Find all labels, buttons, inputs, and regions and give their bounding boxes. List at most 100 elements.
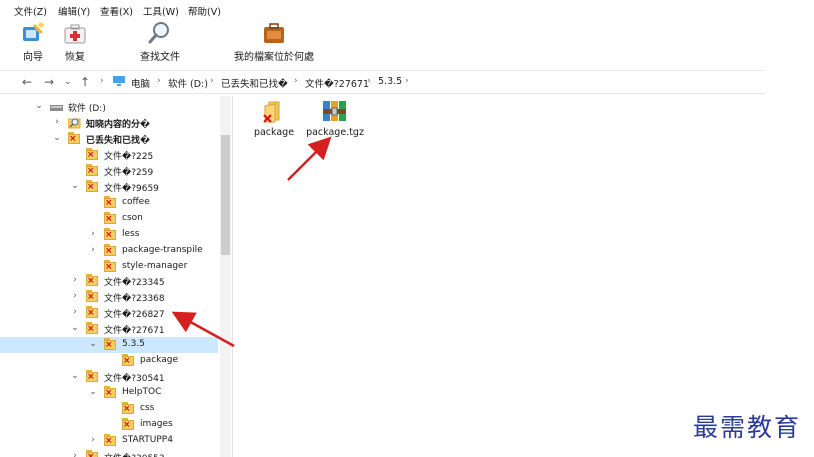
tree-item[interactable]: ⌄ × 文件�?30541 — [0, 369, 218, 385]
tree-item[interactable]: × images — [0, 417, 218, 433]
tree-item[interactable]: ⌄ 软件 (D:) — [0, 99, 218, 115]
tree-item-label: 文件�?30541 — [104, 374, 165, 384]
menu-edit[interactable]: 编辑(Y) — [58, 4, 90, 18]
breadcrumb-separator-icon: › — [157, 76, 161, 86]
tree-item[interactable]: › × 文件�?23345 — [0, 273, 218, 289]
lost-folder-icon: × — [86, 306, 99, 319]
collapse-chevron-icon[interactable]: › — [52, 117, 62, 127]
expand-chevron-icon[interactable]: ⌄ — [34, 101, 44, 111]
menu-file[interactable]: 文件(Z) — [14, 4, 47, 18]
tree-item[interactable]: × coffee — [0, 195, 218, 211]
tree-item[interactable]: › × less — [0, 227, 218, 243]
breadcrumb-lost-found[interactable]: 已丢失和已找� — [221, 76, 288, 90]
menu-view[interactable]: 查看(X) — [100, 4, 133, 18]
content-item-label: package.tgz — [306, 127, 364, 138]
collapse-chevron-icon[interactable]: › — [70, 275, 80, 285]
tree-item-label: 文件�?225 — [104, 152, 154, 162]
lost-folder-icon: × — [86, 322, 99, 335]
breadcrumb-separator-icon: › — [100, 76, 104, 86]
tree-item[interactable]: › × 文件�?26827 — [0, 305, 218, 321]
forward-arrow-icon[interactable]: → — [44, 75, 54, 89]
wizard-button[interactable]: 向导 — [18, 20, 48, 63]
expand-chevron-icon[interactable]: ⌄ — [70, 371, 80, 381]
lost-folder-icon: × — [122, 418, 135, 431]
tree-item[interactable]: ⌄ × 已丢失和已找� — [0, 131, 218, 147]
tree-item[interactable]: › × 文件�?30553 — [0, 449, 218, 457]
breadcrumb-drive[interactable]: 软件 (D:) — [168, 76, 208, 90]
menu-help[interactable]: 帮助(V) — [188, 4, 221, 18]
up-arrow-icon[interactable]: ↑ — [80, 75, 90, 89]
tree-item[interactable]: × package — [0, 353, 218, 369]
expand-chevron-icon[interactable]: ⌄ — [88, 387, 98, 397]
find-files-button[interactable]: 查找文件 — [138, 20, 182, 63]
collapse-chevron-icon[interactable]: › — [88, 435, 98, 445]
lost-folder-icon: × — [122, 402, 135, 415]
tree-item[interactable]: × cson — [0, 211, 218, 227]
lost-folder-icon: × — [86, 180, 99, 193]
lost-folder-icon: × — [104, 386, 117, 399]
tree-item[interactable]: × css — [0, 401, 218, 417]
lost-folder-icon: × — [122, 354, 135, 367]
tree-item[interactable]: › × STARTUPP4 — [0, 433, 218, 449]
where-are-my-files-button[interactable]: 我的檔案位於何處 — [232, 20, 316, 63]
tree-item[interactable]: › × 文件�?23368 — [0, 289, 218, 305]
watermark: 最需教育 — [693, 413, 802, 442]
lost-folder-icon: × — [104, 338, 117, 351]
tree-item-label: 软件 (D:) — [68, 104, 106, 114]
tree-item-label: 知晓内容的分� — [86, 120, 151, 130]
tree-item-label: STARTUPP4 — [122, 435, 173, 445]
tree-item-label: 5.3.5 — [122, 339, 145, 349]
collapse-chevron-icon[interactable]: › — [70, 307, 80, 317]
tree-item[interactable]: ⌄ × 文件�?27671 — [0, 321, 218, 337]
tree-item[interactable]: × 文件�?225 — [0, 147, 218, 163]
content-item-package[interactable]: package — [251, 100, 297, 138]
tree-scrollbar-thumb[interactable] — [221, 135, 230, 255]
tree-item[interactable]: ⌄ × HelpTOC — [0, 385, 218, 401]
back-arrow-icon[interactable]: ← — [22, 75, 32, 89]
tree-item[interactable]: ⌄ × 文件�?9659 — [0, 179, 218, 195]
expand-chevron-icon[interactable]: ⌄ — [52, 133, 62, 143]
tree-item-label: package — [140, 355, 178, 365]
expand-chevron-icon[interactable]: ⌄ — [70, 181, 80, 191]
find-files-label: 查找文件 — [140, 52, 180, 63]
lost-folder-icon: × — [86, 164, 99, 177]
tree-item[interactable]: ⌄ × 5.3.5 — [0, 337, 218, 353]
collapse-chevron-icon[interactable]: › — [70, 451, 80, 457]
tree-item-label: 文件�?23345 — [104, 278, 165, 288]
tree-item[interactable]: › × package-transpile — [0, 243, 218, 259]
content-item-package-tgz[interactable]: package.tgz — [305, 98, 365, 138]
breadcrumb-folder[interactable]: 文件�?27671 — [305, 76, 369, 90]
breadcrumb-computer[interactable]: 电脑 — [131, 76, 150, 90]
archive-icon — [321, 98, 349, 124]
collapse-chevron-icon[interactable]: › — [70, 291, 80, 301]
lost-folder-icon: × — [68, 132, 81, 145]
tree-item-label: images — [140, 419, 173, 429]
expand-chevron-icon[interactable]: ⌄ — [70, 323, 80, 333]
expand-chevron-icon[interactable]: ⌄ — [88, 339, 98, 349]
lost-folder-icon: × — [86, 274, 99, 287]
history-chevron-icon[interactable]: ⌄ — [64, 77, 72, 87]
tree-item-label: cson — [122, 213, 143, 223]
breadcrumb-separator-icon: › — [210, 76, 214, 86]
restore-button[interactable]: 恢复 — [60, 20, 90, 63]
wizard-label: 向导 — [23, 52, 43, 63]
tree-item-label: css — [140, 403, 155, 413]
wizard-icon — [20, 20, 46, 46]
tree-item[interactable]: › 知晓内容的分� — [0, 115, 218, 131]
tree-item-label: HelpTOC — [122, 387, 162, 397]
address-bar: ← → ⌄ ↑ › 电脑 › 软件 (D:) › 已丢失和已找� › 文件�?2… — [0, 70, 765, 94]
collapse-chevron-icon[interactable]: › — [88, 229, 98, 239]
lost-folder-icon: × — [104, 196, 117, 209]
folder-tree: ⌄ 软件 (D:) › 知晓内容的分� ⌄ × 已丢失和已找� × 文件�?225 × 文件�?25… — [0, 96, 232, 457]
toolbar: 向导 恢复 查找文件 我的檔案位於何處 — [0, 18, 765, 68]
breadcrumb-current[interactable]: 5.3.5 — [378, 76, 402, 87]
tree-item[interactable]: × 文件�?259 — [0, 163, 218, 179]
drive-icon — [50, 100, 63, 113]
lost-folder-icon: × — [104, 212, 117, 225]
menu-tools[interactable]: 工具(W) — [143, 4, 179, 18]
collapse-chevron-icon[interactable]: › — [88, 245, 98, 255]
briefcase-icon — [261, 20, 287, 46]
tree-item-label: coffee — [122, 197, 150, 207]
tree-item-label: 已丢失和已找� — [86, 136, 151, 146]
lost-folder-icon: × — [86, 370, 99, 383]
